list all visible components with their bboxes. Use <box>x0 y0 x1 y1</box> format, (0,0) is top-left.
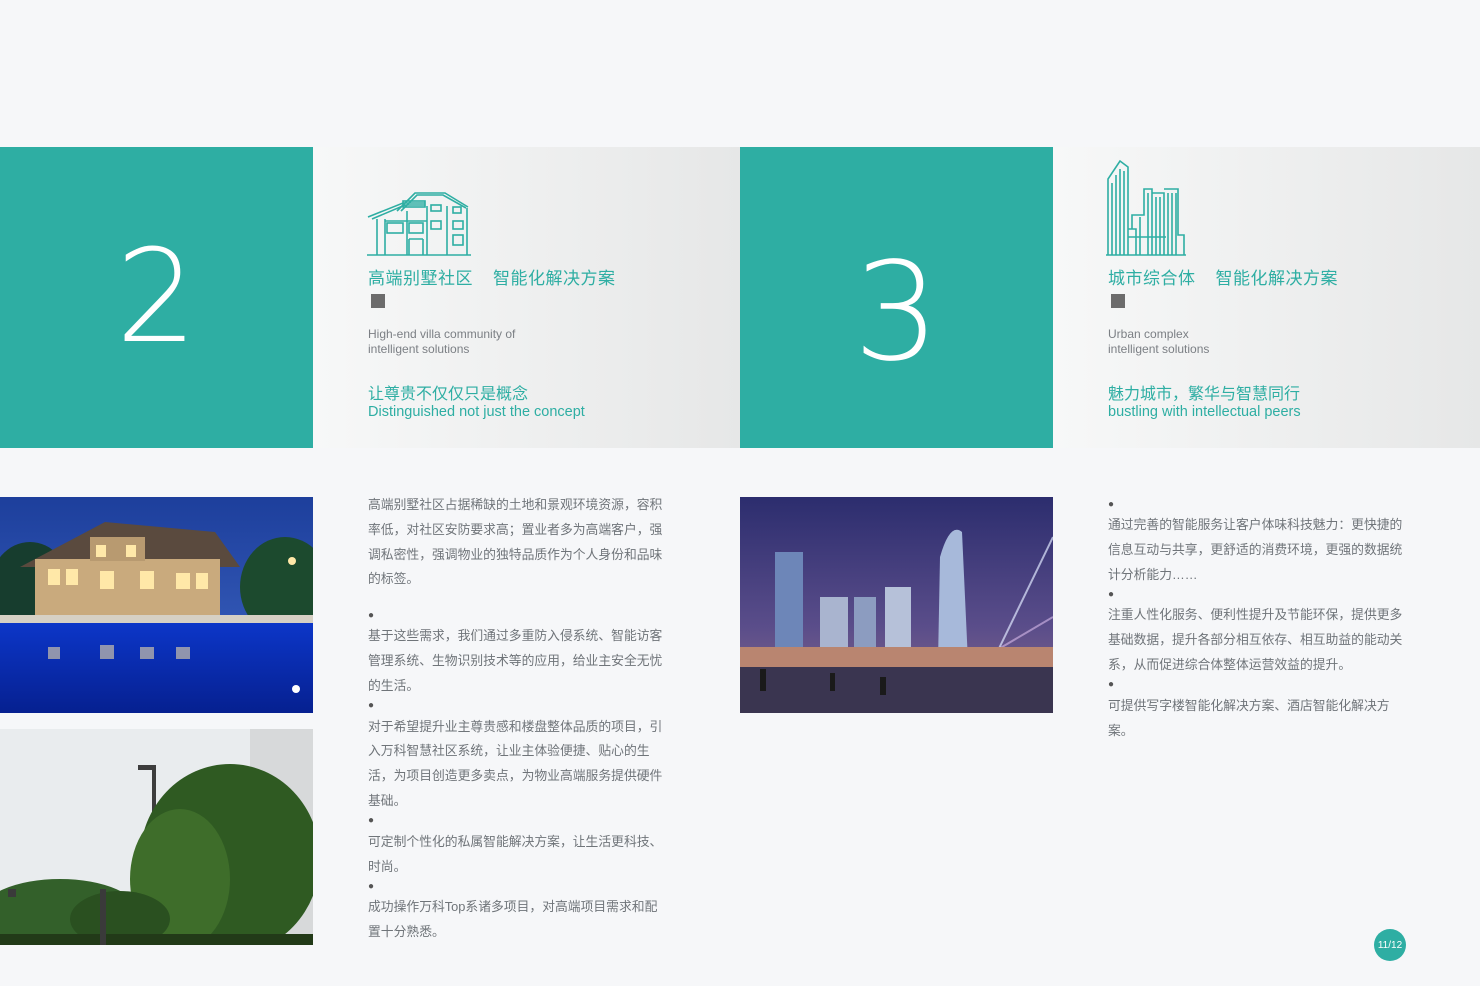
bullet-marker: ● <box>368 880 375 892</box>
bullet-marker: ● <box>1108 498 1115 510</box>
subtitle-line-2: intelligent solutions <box>368 342 470 356</box>
slogan-en: bustling with intellectual peers <box>1108 404 1301 420</box>
square-marker <box>371 294 385 308</box>
page-indicator[interactable]: 11/12 <box>1374 929 1406 961</box>
section-title: 城市综合体 智能化解决方案 <box>1108 264 1338 289</box>
bullet-marker: ● <box>1108 679 1115 691</box>
subtitle-line-1: High-end villa community of <box>368 327 516 341</box>
section-number-block-2: 2 <box>0 147 313 448</box>
slogan-en: Distinguished not just the concept <box>368 404 585 420</box>
urban-point-2: 注重人性化服务、便利性提升及节能环保，提供更多基础数据，提升各部分相互依存、相互… <box>1108 607 1403 672</box>
skyscraper-line-icon <box>1106 159 1186 256</box>
bullet-marker: ● <box>1108 589 1115 600</box>
villa-intro: 高端别墅社区占据稀缺的土地和景观环境资源，容积率低，对社区安防要求高；置业者多为… <box>368 497 663 587</box>
bullet-marker: ● <box>368 700 375 712</box>
urban-point-1: 通过完善的智能服务让客户体味科技魅力：更快捷的信息互动与共享，更舒适的消费环境，… <box>1108 517 1403 582</box>
slogan-cn: 让尊贵不仅仅只是概念 <box>368 386 529 403</box>
subtitle-line-1: Urban complex <box>1108 327 1189 341</box>
section-title-part1: 高端别墅社区 <box>368 269 473 288</box>
section-title-part2: 智能化解决方案 <box>493 269 616 288</box>
section-number: 2 <box>115 222 198 372</box>
slogan-cn: 魅力城市，繁华与智慧同行 <box>1108 386 1301 403</box>
square-marker <box>1111 294 1125 308</box>
section-number-block-3: 3 <box>740 147 1053 448</box>
section-subtitle-en: High-end villa community of intelligent … <box>368 327 515 357</box>
section-number: 3 <box>853 233 940 392</box>
bullet-marker: ● <box>368 609 375 621</box>
section-subtitle-en: Urban complex intelligent solutions <box>1108 327 1209 357</box>
villa-point-3: 可定制个性化的私属智能解决方案，让生活更科技、时尚。 <box>368 833 663 874</box>
section-title-part1: 城市综合体 <box>1108 269 1196 288</box>
villa-line-icon <box>367 192 471 256</box>
villa-point-2: 对于希望提升业主尊贵感和楼盘整体品质的项目，引入万科智慧社区系统，让业主体验便捷… <box>368 718 663 808</box>
section-title-part2: 智能化解决方案 <box>1215 269 1338 288</box>
villa-pool-night-photo <box>0 497 313 713</box>
section-header-panel-3: 城市综合体 智能化解决方案 Urban complex intelligent s… <box>1053 147 1480 448</box>
city-skyline-night-photo <box>740 497 1053 713</box>
urban-point-3: 可提供写字楼智能化解决方案、酒店智能化解决方案。 <box>1108 697 1390 738</box>
section-header-panel-2: 高端别墅社区 智能化解决方案 High-end villa community o… <box>313 147 740 448</box>
villa-description: 高端别墅社区占据稀缺的土地和景观环境资源，容积率低，对社区安防要求高；置业者多为… <box>368 493 666 945</box>
urban-description: ● 通过完善的智能服务让客户体味科技魅力：更快捷的信息互动与共享，更舒适的消费环… <box>1108 497 1406 743</box>
bamboo-garden-photo <box>0 729 313 945</box>
subtitle-line-2: intelligent solutions <box>1108 342 1210 356</box>
villa-point-4: 成功操作万科Top系诸多项目，对高端项目需求和配置十分熟悉。 <box>368 899 658 940</box>
section-title: 高端别墅社区 智能化解决方案 <box>368 264 616 289</box>
villa-point-1: 基于这些需求，我们通过多重防入侵系统、智能访客管理系统、生物识别技术等的应用，给… <box>368 628 663 693</box>
bullet-marker: ● <box>368 815 375 827</box>
